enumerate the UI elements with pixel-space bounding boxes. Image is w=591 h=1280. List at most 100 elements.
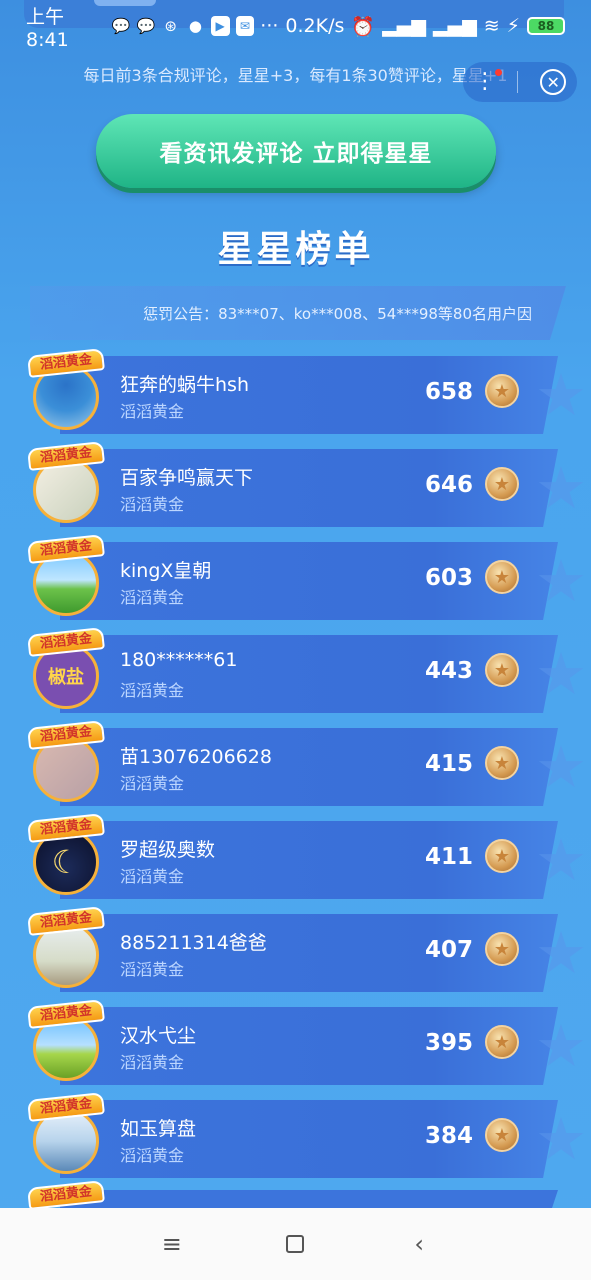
capsule-divider — [517, 71, 519, 93]
avatar-wrap: 滔滔黄金 — [27, 906, 105, 996]
level-badge: 滔滔黄金 — [27, 720, 105, 750]
back-icon[interactable]: ‹ — [399, 1224, 439, 1264]
star-decoration-icon: ★ — [535, 733, 587, 801]
star-coin-icon: ★ — [485, 746, 519, 780]
avatar-wrap: 椒盐 滔滔黄金 — [27, 627, 105, 717]
avatar-wrap: 滔滔黄金 — [27, 720, 105, 810]
net-speed: 0.2K/s — [285, 15, 345, 37]
star-score: 658 — [424, 379, 473, 405]
user-level: 滔滔黄金 — [120, 774, 185, 793]
avatar-wrap: 滔滔黄金 — [27, 441, 105, 531]
wechat-icon: 💬 — [111, 17, 131, 35]
star-decoration-icon: ★ — [535, 1012, 587, 1080]
star-decoration-icon: ★ — [535, 361, 587, 429]
star-coin-icon: ★ — [485, 839, 519, 873]
star-decoration-icon: ★ — [535, 547, 587, 615]
user-level: 滔滔黄金 — [120, 1053, 185, 1072]
star-score: 443 — [424, 658, 473, 684]
level-badge: 滔滔黄金 — [27, 1092, 105, 1122]
avatar-wrap: 滔滔黄金 — [27, 534, 105, 624]
avatar-wrap: 滔滔黄金 — [27, 1092, 105, 1182]
star-coin-icon: ★ — [485, 374, 519, 408]
rank-row[interactable]: ★ 滔滔黄金 狂奔的蜗牛hsh 滔滔黄金 658 ★ — [0, 348, 591, 445]
star-coin-icon: ★ — [485, 467, 519, 501]
user-level: 滔滔黄金 — [120, 960, 185, 979]
penalty-notice: 惩罚公告：83***07、ko***008、54***98等80名用户因 — [30, 286, 566, 340]
star-decoration-icon: ★ — [535, 919, 587, 987]
wifi-icon: ≋ — [483, 15, 500, 37]
star-score: 384 — [424, 1123, 473, 1149]
status-right: ··· 0.2K/s ⏰ ▂▄▆ ▂▄▆ ≋ ⚡ 88 — [260, 15, 566, 38]
star-score: 395 — [424, 1030, 473, 1056]
level-badge: 滔滔黄金 — [27, 906, 105, 936]
avatar-wrap: 滔滔黄金 — [27, 999, 105, 1089]
star-decoration-icon: ★ — [535, 1105, 587, 1173]
alarm-icon: ⏰ — [351, 15, 376, 38]
level-badge: 滔滔黄金 — [27, 999, 105, 1029]
user-name: 汉水弋尘 — [120, 1025, 197, 1047]
user-level: 滔滔黄金 — [120, 588, 185, 607]
home-icon[interactable] — [275, 1224, 315, 1264]
star-decoration-icon: ★ — [535, 640, 587, 708]
star-decoration-icon: ★ — [535, 454, 587, 522]
rank-row[interactable]: ★ 滔滔黄金 百家争鸣赢天下 滔滔黄金 646 ★ — [0, 441, 591, 538]
star-coin-icon: ★ — [485, 653, 519, 687]
miniapp-capsule: ⋮ ✕ — [463, 62, 577, 102]
star-score: 415 — [424, 751, 473, 777]
rank-row[interactable]: ★ 滔滔黄金 885211314爸爸 滔滔黄金 407 ★ — [0, 906, 591, 1003]
status-bar: 上午8:41 💬 💬 ⊛ ● ▶ ✉ ··· 0.2K/s ⏰ ▂▄▆ ▂▄▆ … — [0, 0, 591, 52]
star-score: 646 — [424, 472, 473, 498]
star-score: 411 — [424, 844, 473, 870]
menu-icon[interactable]: ≡ — [152, 1224, 192, 1264]
rank-row[interactable]: ★ 滔滔黄金 汉水弋尘 滔滔黄金 395 ★ — [0, 999, 591, 1096]
charging-icon: ⚡ — [506, 15, 521, 37]
battery-icon: 88 — [527, 17, 566, 35]
user-name: 180******61 — [120, 649, 238, 671]
rank-row[interactable]: ★ ☾ 滔滔黄金 罗超级奥数 滔滔黄金 411 ★ — [0, 813, 591, 910]
user-name: 罗超级奥数 — [120, 839, 216, 861]
star-coin-icon: ★ — [485, 560, 519, 594]
avatar-wrap: ☾ 滔滔黄金 — [27, 813, 105, 903]
rank-row[interactable]: ★ 滔滔黄金 如玉算盘 滔滔黄金 384 ★ — [0, 1092, 591, 1189]
user-name: 苗13076206628 — [120, 746, 272, 768]
star-score: 603 — [424, 565, 473, 591]
star-coin-icon: ★ — [485, 932, 519, 966]
play-icon: ▶ — [210, 16, 230, 36]
user-level: 滔滔黄金 — [120, 402, 185, 421]
rank-row[interactable]: ★ 滔滔黄金 苗13076206628 滔滔黄金 415 ★ — [0, 720, 591, 817]
user-level: 滔滔黄金 — [120, 1146, 185, 1165]
signal-icon-2: ▂▄▆ — [432, 15, 477, 37]
level-badge: 滔滔黄金 — [27, 348, 105, 378]
user-level: 滔滔黄金 — [120, 867, 185, 886]
star-coin-icon: ★ — [485, 1025, 519, 1059]
qq-icon: ● — [188, 17, 202, 35]
user-level: 滔滔黄金 — [120, 495, 185, 514]
status-more: ··· — [260, 15, 279, 37]
row-band — [60, 635, 558, 713]
more-vertical-icon[interactable]: ⋮ — [474, 69, 502, 93]
star-score: 407 — [424, 937, 473, 963]
star-coin-icon: ★ — [485, 1118, 519, 1152]
user-name: 百家争鸣赢天下 — [120, 467, 254, 489]
level-badge: 滔滔黄金 — [27, 627, 105, 657]
wechat-icon-2: 💬 — [136, 17, 156, 35]
user-name: 885211314爸爸 — [120, 932, 267, 954]
close-icon[interactable]: ✕ — [540, 69, 567, 95]
level-badge: 滔滔黄金 — [27, 441, 105, 471]
signal-icon: ▂▄▆ — [382, 15, 426, 37]
level-badge: 滔滔黄金 — [27, 534, 105, 564]
rank-row[interactable]: ★ 滔滔黄金 kingX皇朝 滔滔黄金 603 ★ — [0, 534, 591, 631]
rank-row[interactable]: ★ 椒盐 滔滔黄金 180******61 滔滔黄金 443 ★ — [0, 627, 591, 724]
star-decoration-icon: ★ — [535, 826, 587, 894]
user-name: kingX皇朝 — [120, 560, 212, 582]
avatar-wrap: 滔滔黄金 — [27, 348, 105, 438]
app-notification-icon: ⊛ — [164, 17, 177, 35]
notification-dot — [494, 69, 502, 76]
user-level: 滔滔黄金 — [120, 681, 185, 700]
user-name: 狂奔的蜗牛hsh — [120, 374, 249, 396]
cta-button[interactable]: 看资讯发评论 立即得星星 — [96, 114, 496, 188]
rank-list: ★ 滔滔黄金 狂奔的蜗牛hsh 滔滔黄金 658 ★ ★ 滔滔黄金 百家争鸣赢天… — [0, 348, 591, 1189]
level-badge: 滔滔黄金 — [27, 813, 105, 843]
user-name: 如玉算盘 — [120, 1118, 197, 1140]
page-title: 星星榜单 — [217, 229, 374, 270]
